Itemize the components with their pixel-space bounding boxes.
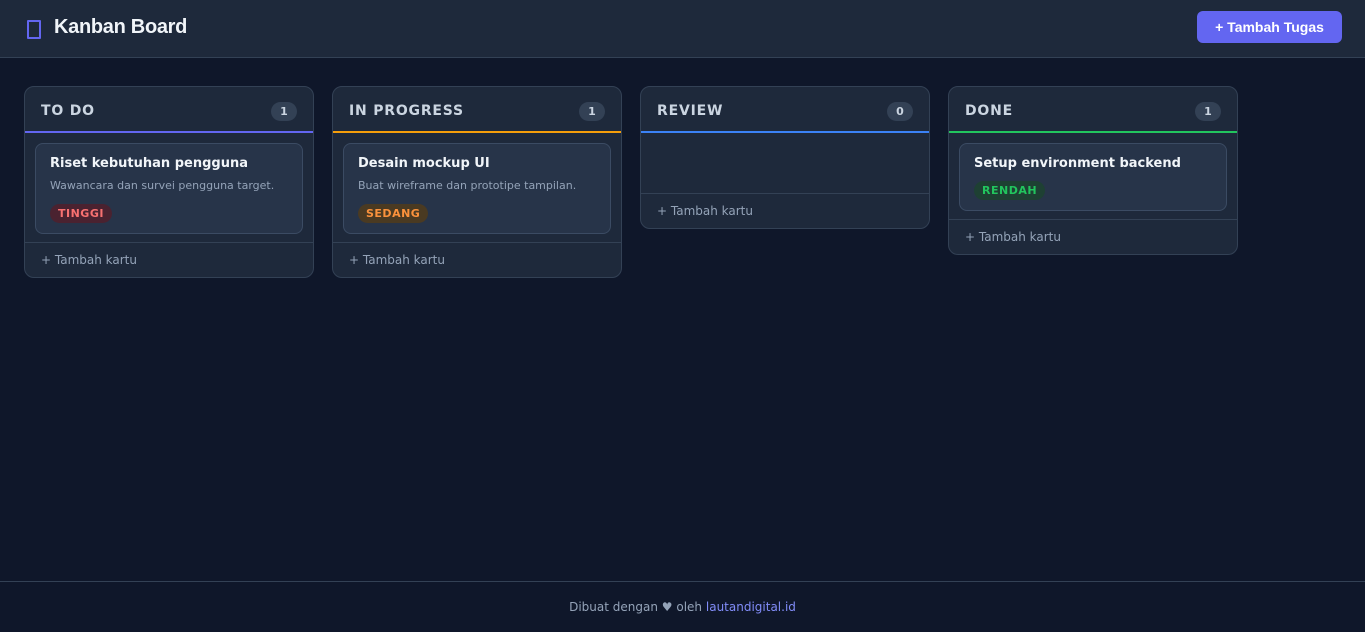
column-body-empty [641,133,929,193]
task-card[interactable]: Setup environment backend RENDAH [959,143,1227,211]
column-in-progress: IN PROGRESS 1 Desain mockup UI Buat wire… [332,86,622,278]
add-task-button[interactable]: + Tambah Tugas [1197,11,1342,43]
column-body: Riset kebutuhan pengguna Wawancara dan s… [25,133,313,242]
footer-link[interactable]: lautandigital.id [706,600,796,614]
top-bar: Kanban Board + Tambah Tugas [0,0,1365,58]
footer: Dibuat dengan ♥ oleh lautandigital.id [0,581,1365,627]
heart-icon: ♥ [661,600,673,614]
column-review: REVIEW 0 + Tambah kartu [640,86,930,229]
clipboard-icon [27,20,41,39]
task-card[interactable]: Riset kebutuhan pengguna Wawancara dan s… [35,143,303,234]
card-description: Wawancara dan survei pengguna target. [50,179,275,192]
column-title: IN PROGRESS [349,103,464,119]
card-title: Desain mockup UI [358,156,490,171]
column-todo: TO DO 1 Riset kebutuhan pengguna Wawanca… [24,86,314,278]
column-header: IN PROGRESS 1 [333,87,621,133]
column-count-badge: 1 [1195,102,1221,121]
card-description: Buat wireframe dan prototipe tampilan. [358,179,577,192]
footer-text: Dibuat dengan [569,600,658,614]
priority-badge: TINGGI [50,204,112,223]
column-title: DONE [965,103,1014,119]
card-title: Setup environment backend [974,156,1181,171]
kanban-board: TO DO 1 Riset kebutuhan pengguna Wawanca… [24,86,1238,278]
column-done: DONE 1 Setup environment backend RENDAH … [948,86,1238,255]
column-title: REVIEW [657,103,724,119]
column-body: Setup environment backend RENDAH [949,133,1237,219]
column-count-badge: 0 [887,102,913,121]
card-title: Riset kebutuhan pengguna [50,156,248,171]
priority-badge: RENDAH [974,181,1046,200]
column-header: REVIEW 0 [641,87,929,133]
column-header: TO DO 1 [25,87,313,133]
priority-badge: SEDANG [358,204,429,223]
task-card[interactable]: Desain mockup UI Buat wireframe dan prot… [343,143,611,234]
column-body: Desain mockup UI Buat wireframe dan prot… [333,133,621,242]
column-header: DONE 1 [949,87,1237,133]
add-card-button[interactable]: + Tambah kartu [333,242,621,277]
footer-text-by: oleh [676,600,703,614]
add-card-button[interactable]: + Tambah kartu [25,242,313,277]
add-card-button[interactable]: + Tambah kartu [949,219,1237,254]
column-title: TO DO [41,103,95,119]
app-title: Kanban Board [54,16,188,38]
add-card-button[interactable]: + Tambah kartu [641,193,929,228]
column-count-badge: 1 [271,102,297,121]
column-count-badge: 1 [579,102,605,121]
